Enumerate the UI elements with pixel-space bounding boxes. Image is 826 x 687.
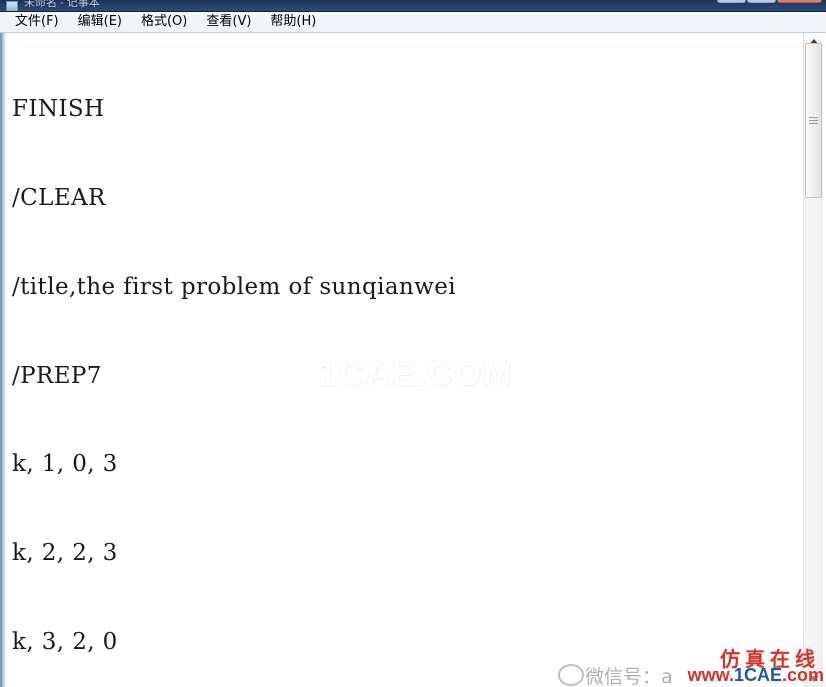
editor-frame: FINISH /CLEAR /title,the first problem o… (0, 33, 826, 687)
minimize-button[interactable]: ─ (717, 0, 746, 3)
window-controls: ─ □ ✕ (717, 0, 822, 12)
menu-format[interactable]: 格式(O) (133, 13, 196, 31)
grip-icon (809, 117, 818, 124)
close-button[interactable]: ✕ (777, 0, 822, 3)
menu-help[interactable]: 帮助(H) (262, 13, 325, 31)
vertical-scrollbar[interactable] (803, 33, 823, 687)
code-line: /PREP7 (12, 362, 102, 389)
code-line: k, 3, 2, 0 (12, 628, 118, 655)
text-editor[interactable]: FINISH /CLEAR /title,the first problem o… (12, 33, 794, 687)
menu-view[interactable]: 查看(V) (198, 13, 260, 31)
code-line: k, 1, 0, 3 (12, 451, 118, 478)
scroll-down-button[interactable] (804, 670, 823, 687)
code-line: k, 2, 2, 3 (12, 540, 118, 567)
maximize-icon: □ (748, 0, 775, 1)
window-title: 未命名 - 记事本 (24, 0, 100, 9)
menu-file[interactable]: 文件(F) (7, 13, 68, 31)
code-line: /CLEAR (12, 184, 106, 211)
title-bar[interactable]: 未命名 - 记事本 ─ □ ✕ (0, 0, 826, 12)
maximize-button[interactable]: □ (747, 0, 776, 3)
notepad-icon (6, 1, 18, 12)
code-line: FINISH (12, 96, 105, 123)
notepad-window: 未命名 - 记事本 ─ □ ✕ 文件(F) 编辑(E) 格式(O) 查看(V) … (0, 0, 826, 687)
scrollbar-thumb[interactable] (805, 43, 822, 198)
code-line: /title,the first problem of sunqianwei (12, 273, 457, 300)
menu-bar: 文件(F) 编辑(E) 格式(O) 查看(V) 帮助(H) (0, 12, 826, 33)
chevron-down-icon (808, 675, 819, 682)
menu-edit[interactable]: 编辑(E) (70, 13, 131, 31)
minimize-icon: ─ (718, 0, 745, 1)
close-icon: ✕ (778, 0, 821, 1)
